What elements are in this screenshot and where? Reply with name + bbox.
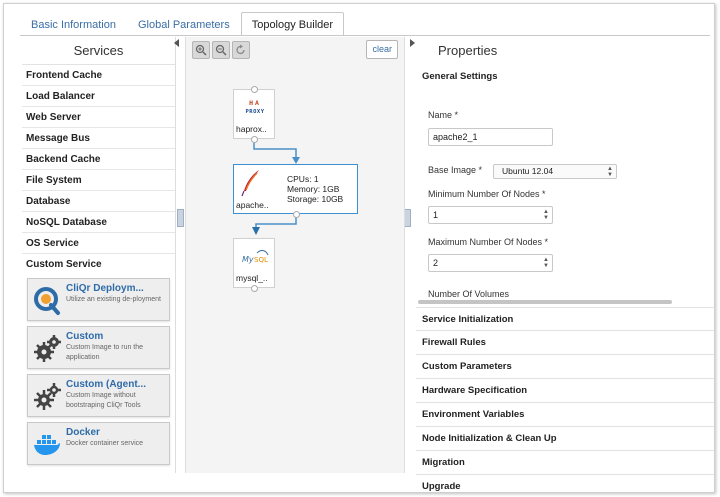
node-port[interactable] [293, 211, 300, 218]
horizontal-scrollbar-track [416, 299, 714, 307]
section-general-settings[interactable]: General Settings [416, 65, 714, 89]
tab-bar: Basic Information Global Parameters Topo… [20, 12, 345, 36]
select-arrows-icon: ▲ ▼ [607, 166, 613, 178]
properties-panel: Properties General Settings Name * apach… [416, 37, 714, 493]
general-settings-body: Name * apache2_1 Base Image * Ubuntu 12.… [416, 89, 714, 299]
node-label: haprox.. [236, 124, 267, 134]
card-title: Custom [66, 331, 104, 342]
svg-text:My: My [242, 255, 254, 264]
node-resource-info: CPUs: 1 Memory: 1GB Storage: 10GB [287, 174, 343, 204]
service-frontend-cache[interactable]: Frontend Cache [22, 65, 175, 86]
node-label: apache.. [236, 200, 269, 210]
cliqr-deployment-icon [34, 287, 60, 315]
gears-icon [34, 383, 61, 410]
section-service-initialization[interactable]: Service Initialization [416, 307, 714, 331]
node-port[interactable] [251, 136, 258, 143]
min-nodes-value: 1 [433, 210, 439, 220]
stepper-arrows-icon[interactable]: ▲ ▼ [543, 209, 549, 221]
connectors [252, 143, 300, 235]
service-message-bus[interactable]: Message Bus [22, 128, 175, 149]
haproxy-logo: HA PROXY [245, 99, 264, 115]
tab-topology-builder[interactable]: Topology Builder [240, 12, 345, 36]
service-web-server[interactable]: Web Server [22, 107, 175, 128]
section-migration[interactable]: Migration [416, 451, 714, 475]
card-docker[interactable]: Docker Docker container service [27, 422, 170, 465]
section-node-initialization[interactable]: Node Initialization & Clean Up [416, 427, 714, 451]
stepper-arrows-icon[interactable]: ▲ ▼ [543, 257, 549, 269]
horizontal-scrollbar[interactable] [418, 300, 672, 304]
card-cliqr-deployment[interactable]: CliQr Deploym... Utilize an existing de-… [27, 278, 170, 321]
card-description: Utilize an existing de-ployment [66, 296, 161, 303]
collapse-left-icon[interactable] [172, 38, 182, 48]
name-input[interactable]: apache2_1 [428, 128, 553, 146]
card-custom[interactable]: Custom Custom Image to run the applicati… [27, 326, 170, 369]
services-panel: Services Frontend Cache Load Balancer We… [22, 37, 176, 473]
section-upgrade[interactable]: Upgrade [416, 475, 714, 497]
base-image-label: Base Image * [428, 165, 483, 175]
custom-service-cards: CliQr Deploym... Utilize an existing de-… [22, 275, 175, 465]
node-port[interactable] [251, 285, 258, 292]
card-title: Custom (Agent... [66, 379, 146, 390]
svg-text:PROXY: PROXY [245, 109, 264, 115]
apache-feather-icon [241, 170, 259, 197]
svg-text:SQL: SQL [254, 256, 268, 264]
mysql-logo: My SQL [242, 250, 269, 264]
min-nodes-stepper[interactable]: 1 ▲ ▼ [428, 206, 553, 224]
memory-info: Memory: 1GB [287, 184, 340, 194]
properties-title: Properties [438, 43, 498, 58]
service-file-system[interactable]: File System [22, 170, 175, 191]
left-resize-handle[interactable] [177, 209, 184, 227]
base-image-select[interactable]: Ubuntu 12.04 ▲ ▼ [493, 164, 617, 179]
card-custom-agentless[interactable]: Custom (Agent... Custom Image without bo… [27, 374, 170, 417]
card-title: CliQr Deploym... [66, 283, 144, 294]
name-label: Name * [428, 110, 459, 120]
node-label: mysql_.. [236, 273, 268, 283]
cpus-info: CPUs: 1 [287, 174, 319, 184]
node-apache[interactable]: apache.. CPUs: 1 Memory: 1GB Storage: 10… [233, 164, 358, 218]
card-description: Docker container service [66, 440, 144, 447]
service-backend-cache[interactable]: Backend Cache [22, 149, 175, 170]
max-nodes-label: Maximum Number Of Nodes * [428, 237, 549, 247]
card-description: Custom Image to run the application [66, 344, 144, 361]
gears-icon [34, 335, 61, 362]
app-frame: Basic Information Global Parameters Topo… [3, 3, 715, 493]
section-custom-parameters[interactable]: Custom Parameters [416, 355, 714, 379]
docker-icon [34, 435, 60, 455]
tab-basic-information[interactable]: Basic Information [20, 12, 127, 36]
services-title: Services [22, 37, 175, 65]
max-nodes-stepper[interactable]: 2 ▲ ▼ [428, 254, 553, 272]
service-database[interactable]: Database [22, 191, 175, 212]
service-load-balancer[interactable]: Load Balancer [22, 86, 175, 107]
section-firewall-rules[interactable]: Firewall Rules [416, 331, 714, 355]
node-mysql[interactable]: My SQL mysql_.. [233, 238, 275, 292]
min-nodes-label: Minimum Number Of Nodes * [428, 189, 546, 199]
node-port[interactable] [251, 86, 258, 93]
max-nodes-value: 2 [433, 258, 439, 268]
node-haproxy[interactable]: HA PROXY haprox.. [233, 86, 275, 143]
section-environment-variables[interactable]: Environment Variables [416, 403, 714, 427]
base-image-value: Ubuntu 12.04 [502, 166, 554, 176]
card-title: Docker [66, 427, 100, 438]
service-custom-service[interactable]: Custom Service [22, 254, 175, 275]
volumes-label: Number Of Volumes [428, 289, 510, 299]
tab-divider [20, 35, 710, 36]
tab-global-parameters[interactable]: Global Parameters [127, 12, 241, 36]
service-nosql-database[interactable]: NoSQL Database [22, 212, 175, 233]
topology-canvas[interactable]: clear HA PROXY haprox.. apache.. CPUs: 1… [185, 37, 405, 473]
service-os-service[interactable]: OS Service [22, 233, 175, 254]
storage-info: Storage: 10GB [287, 194, 344, 204]
card-description: Custom Image without bootstraping CliQr … [66, 392, 141, 409]
svg-text:HA: HA [249, 99, 261, 107]
section-hardware-specification[interactable]: Hardware Specification [416, 379, 714, 403]
